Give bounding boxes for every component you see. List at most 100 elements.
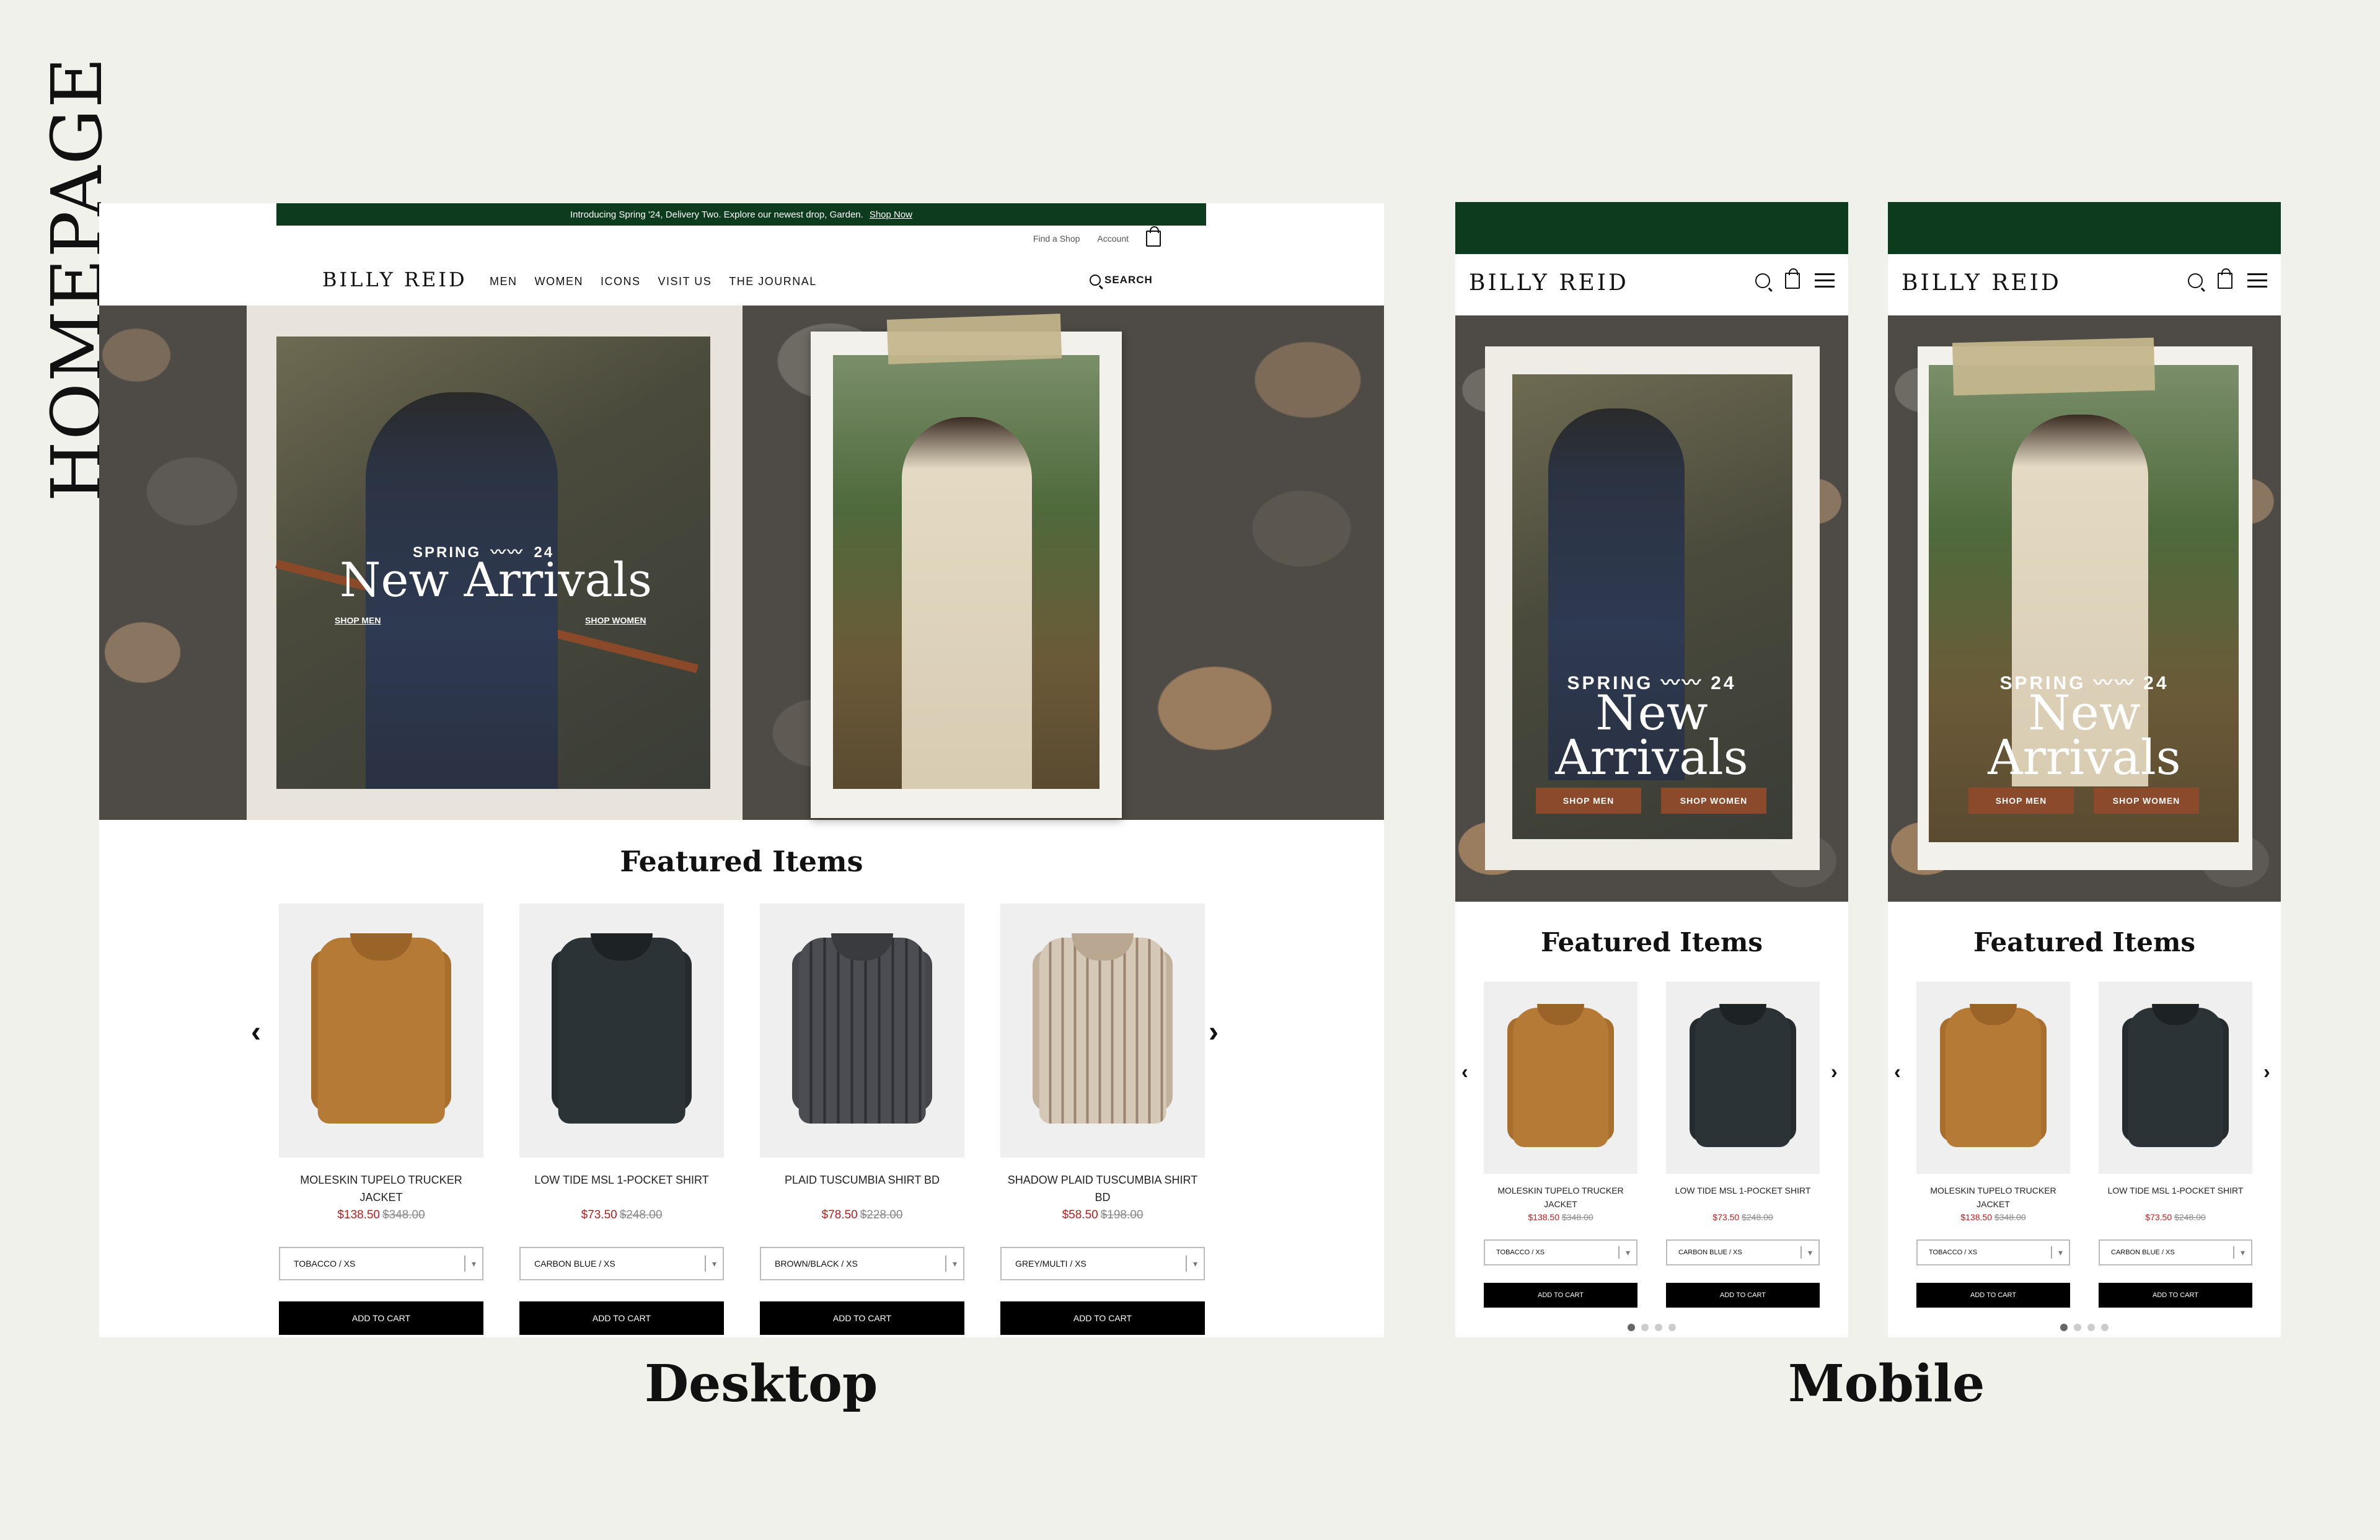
nav-item-the-journal[interactable]: THE JOURNAL <box>729 275 817 288</box>
shop-women-link[interactable]: SHOP WOMEN <box>585 615 646 625</box>
sale-price: $138.50 <box>337 1208 380 1221</box>
pagination-dot[interactable] <box>1655 1324 1662 1331</box>
product-image[interactable] <box>760 904 964 1158</box>
search-icon[interactable] <box>2188 273 2203 288</box>
mobile-announcement-bar <box>1888 202 2281 254</box>
original-price: $248.00 <box>1742 1212 1773 1222</box>
announcement-shop-now-link[interactable]: Shop Now <box>870 209 912 220</box>
product-card[interactable]: MOLESKIN TUPELO TRUCKER JACKET $138.50 $3… <box>1484 982 1637 1308</box>
pagination-dot[interactable] <box>2074 1324 2081 1331</box>
hero-title: New Arrivals <box>339 552 653 607</box>
shopping-bag-icon[interactable] <box>1785 268 1800 289</box>
add-to-cart-button[interactable]: ADD TO CART <box>1666 1283 1820 1308</box>
pagination-dot[interactable] <box>1628 1324 1635 1331</box>
variant-select[interactable]: BROWN/BLACK / XS ▾ <box>760 1247 964 1280</box>
pagination-dot[interactable] <box>2101 1324 2109 1331</box>
product-image[interactable] <box>1666 982 1820 1174</box>
nav-item-women[interactable]: WOMEN <box>535 275 584 288</box>
product-image[interactable] <box>279 904 483 1158</box>
carousel-next-icon[interactable]: › <box>1831 1060 1838 1083</box>
shopping-bag-icon[interactable] <box>1146 226 1161 247</box>
variant-select[interactable]: GREY/MULTI / XS ▾ <box>1000 1247 1205 1280</box>
mobile-hero: SPRING 〰〰 24 New Arrivals SHOP MEN SHOP W… <box>1888 315 2281 902</box>
product-name[interactable]: LOW TIDE MSL 1-POCKET SHIRT <box>2099 1184 2252 1211</box>
shop-men-button[interactable]: SHOP MEN <box>1536 788 1641 814</box>
product-name[interactable]: PLAID TUSCUMBIA SHIRT BD <box>760 1171 964 1206</box>
desktop-mockup: Introducing Spring '24, Delivery Two. Ex… <box>99 203 1384 1337</box>
carousel-next-icon[interactable]: › <box>2263 1060 2270 1083</box>
product-card[interactable]: MOLESKIN TUPELO TRUCKER JACKET $138.50 $3… <box>279 904 483 1335</box>
product-card[interactable]: LOW TIDE MSL 1-POCKET SHIRT $73.50 $248.0… <box>1666 982 1820 1308</box>
menu-icon[interactable] <box>1815 273 1835 288</box>
product-image[interactable] <box>2099 982 2252 1174</box>
product-card[interactable]: LOW TIDE MSL 1-POCKET SHIRT $73.50 $248.0… <box>519 904 724 1335</box>
variant-value: CARBON BLUE / XS <box>534 1259 615 1269</box>
add-to-cart-button[interactable]: ADD TO CART <box>1000 1301 1205 1335</box>
product-price: $138.50 $348.00 <box>279 1208 483 1222</box>
product-name[interactable]: MOLESKIN TUPELO TRUCKER JACKET <box>1484 1184 1637 1211</box>
shirt-body <box>1039 938 1166 1124</box>
add-to-cart-button[interactable]: ADD TO CART <box>519 1301 724 1335</box>
search-icon[interactable] <box>1755 273 1770 288</box>
carousel-prev-icon[interactable]: ‹ <box>1894 1060 1901 1083</box>
nav-item-visit-us[interactable]: VISIT US <box>658 275 712 288</box>
product-image[interactable] <box>1000 904 1205 1158</box>
variant-select[interactable]: TOBACCO / XS ▾ <box>1916 1239 2070 1265</box>
nav-item-icons[interactable]: ICONS <box>601 275 641 288</box>
shirt-body <box>798 938 926 1124</box>
add-to-cart-button[interactable]: ADD TO CART <box>1484 1283 1637 1308</box>
hero-right-model <box>902 417 1032 789</box>
pagination-dot[interactable] <box>1641 1324 1649 1331</box>
variant-select[interactable]: TOBACCO / XS ▾ <box>1484 1239 1637 1265</box>
variant-select[interactable]: TOBACCO / XS ▾ <box>279 1247 483 1280</box>
shop-women-button[interactable]: SHOP WOMEN <box>1661 788 1766 814</box>
shop-men-link[interactable]: SHOP MEN <box>335 615 381 625</box>
account-link[interactable]: Account <box>1097 234 1129 244</box>
brand-logo[interactable]: BILLY REID <box>1469 270 1629 296</box>
product-name[interactable]: LOW TIDE MSL 1-POCKET SHIRT <box>519 1171 724 1206</box>
pagination-dot[interactable] <box>1668 1324 1676 1331</box>
search-icon <box>1090 275 1101 286</box>
variant-select[interactable]: CARBON BLUE / XS ▾ <box>1666 1239 1820 1265</box>
product-image[interactable] <box>519 904 724 1158</box>
product-image[interactable] <box>1916 982 2070 1174</box>
variant-select[interactable]: CARBON BLUE / XS ▾ <box>2099 1239 2252 1265</box>
carousel-prev-icon[interactable]: ‹ <box>251 1015 261 1049</box>
product-name[interactable]: SHADOW PLAID TUSCUMBIA SHIRT BD <box>1000 1171 1205 1206</box>
product-name[interactable]: MOLESKIN TUPELO TRUCKER JACKET <box>1916 1184 2070 1211</box>
pagination-dot[interactable] <box>2060 1324 2068 1331</box>
variant-select[interactable]: CARBON BLUE / XS ▾ <box>519 1247 724 1280</box>
mobile-header-icons <box>1755 268 1835 289</box>
product-card[interactable]: PLAID TUSCUMBIA SHIRT BD $78.50 $228.00 B… <box>760 904 964 1335</box>
carousel-prev-icon[interactable]: ‹ <box>1461 1060 1468 1083</box>
original-price: $348.00 <box>382 1208 425 1221</box>
add-to-cart-button[interactable]: ADD TO CART <box>2099 1283 2252 1308</box>
search-button[interactable]: SEARCH <box>1090 274 1153 286</box>
brand-logo[interactable]: BILLY REID <box>322 268 467 291</box>
find-shop-link[interactable]: Find a Shop <box>1033 234 1080 244</box>
product-card[interactable]: LOW TIDE MSL 1-POCKET SHIRT $73.50 $248.0… <box>2099 982 2252 1308</box>
original-price: $348.00 <box>1994 1212 2026 1222</box>
variant-value: TOBACCO / XS <box>1929 1249 1978 1256</box>
carousel-next-icon[interactable]: › <box>1209 1015 1219 1049</box>
hero-banner: SPRING 〰〰 24 New Arrivals SHOP MEN SHOP … <box>99 306 1384 820</box>
add-to-cart-button[interactable]: ADD TO CART <box>760 1301 964 1335</box>
pagination-dot[interactable] <box>2087 1324 2095 1331</box>
variant-value: TOBACCO / XS <box>1496 1249 1545 1256</box>
shopping-bag-icon[interactable] <box>2218 268 2232 289</box>
nav-item-men[interactable]: MEN <box>490 275 518 288</box>
menu-icon[interactable] <box>2247 273 2267 288</box>
product-name[interactable]: MOLESKIN TUPELO TRUCKER JACKET <box>279 1171 483 1206</box>
shop-men-button[interactable]: SHOP MEN <box>1968 788 2074 814</box>
brand-logo[interactable]: BILLY REID <box>1902 270 2061 296</box>
featured-items-heading: Featured Items <box>1973 927 2196 957</box>
hero-title-line: New <box>2028 685 2141 741</box>
mobile-mockup-women: BILLY REID SPRING 〰〰 24 New Arrivals SHOP… <box>1888 202 2281 1337</box>
shop-women-button[interactable]: SHOP WOMEN <box>2094 788 2199 814</box>
product-name[interactable]: LOW TIDE MSL 1-POCKET SHIRT <box>1666 1184 1820 1211</box>
product-card[interactable]: MOLESKIN TUPELO TRUCKER JACKET $138.50 $3… <box>1916 982 2070 1308</box>
product-card[interactable]: SHADOW PLAID TUSCUMBIA SHIRT BD $58.50 $1… <box>1000 904 1205 1335</box>
add-to-cart-button[interactable]: ADD TO CART <box>279 1301 483 1335</box>
add-to-cart-button[interactable]: ADD TO CART <box>1916 1283 2070 1308</box>
product-image[interactable] <box>1484 982 1637 1174</box>
